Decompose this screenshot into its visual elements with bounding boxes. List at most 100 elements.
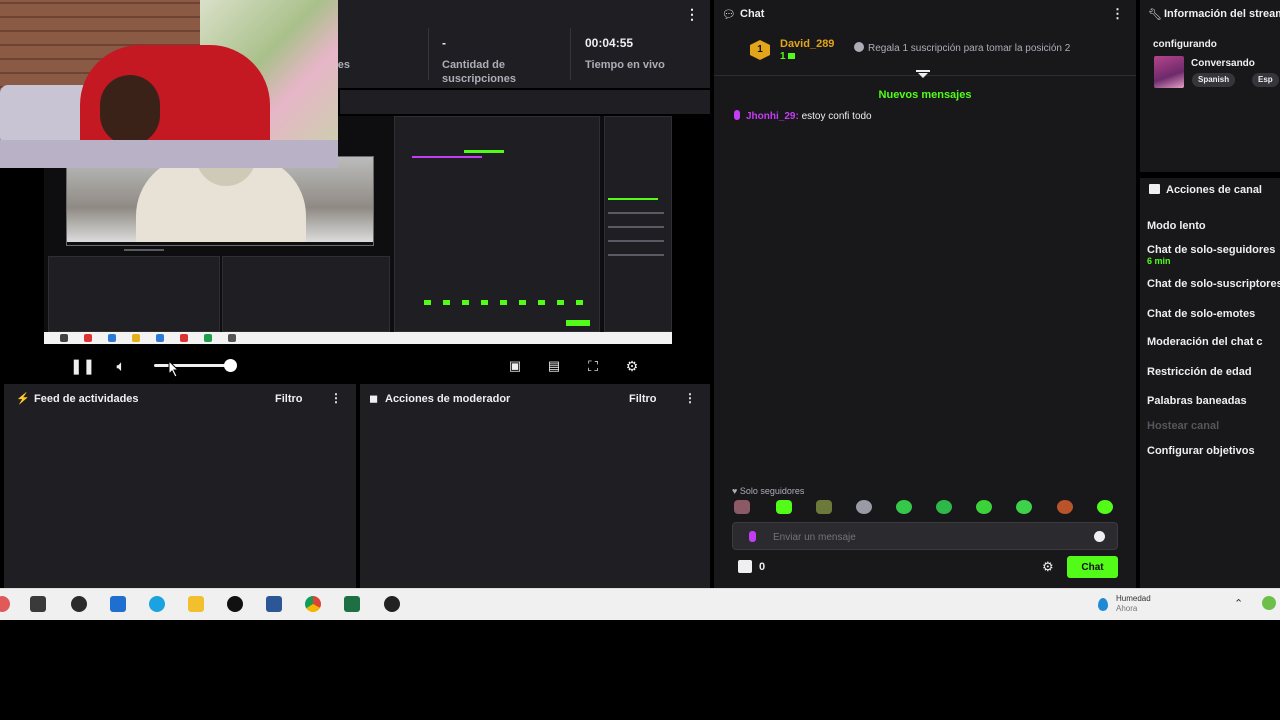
gift-count-value: 1 [780, 51, 786, 62]
gift-prompt-text: Regala 1 suscripción para tomar la posic… [868, 43, 1071, 54]
chat-menu-icon[interactable]: ⋮ [1111, 6, 1124, 22]
tag-language[interactable]: Spanish [1192, 73, 1236, 87]
emote-2-icon[interactable] [776, 500, 792, 514]
category-thumbnail[interactable] [1154, 56, 1184, 88]
theater-icon[interactable]: ▣ [503, 356, 527, 376]
action-banned-words[interactable]: Palabras baneadas [1147, 395, 1247, 407]
emote-1-icon[interactable] [734, 500, 750, 514]
chat-header: 💬︎ Chat ⋮ [714, 0, 1136, 28]
word-icon[interactable] [266, 596, 282, 612]
windows-taskbar: Humedad Ahora ⌃ [0, 588, 1280, 620]
preview-taskbar-icon [204, 334, 212, 342]
tray-chevron-up-icon[interactable]: ⌃ [1234, 597, 1243, 610]
category-name[interactable]: Conversando [1191, 58, 1255, 69]
action-emotes-only[interactable]: Chat de solo-emotes [1147, 308, 1255, 320]
store-app-icon[interactable] [110, 596, 126, 612]
stat-subs-value: - [442, 36, 446, 50]
task-view-icon[interactable] [30, 596, 46, 612]
preview-taskbar-icon [156, 334, 164, 342]
action-age-restriction[interactable]: Restricción de edad [1147, 366, 1252, 378]
chat-text: estoy confi todo [801, 111, 872, 122]
preview-action-line [608, 240, 664, 242]
chat-input-box[interactable] [732, 522, 1118, 550]
emote-8-icon[interactable] [1016, 500, 1032, 514]
volume-slider[interactable] [154, 364, 234, 367]
emoji-picker-icon[interactable] [1094, 531, 1105, 542]
taskbar-app-icon[interactable] [0, 596, 10, 612]
new-messages-divider[interactable]: Nuevos mensajes [714, 89, 1136, 101]
emote-7-icon[interactable] [976, 500, 992, 514]
stat-subs-label: Cantidad de suscripciones [442, 59, 516, 85]
info-icon [854, 42, 864, 52]
activity-menu-icon[interactable]: ⋮ [330, 391, 342, 405]
action-chat-moderation[interactable]: Moderación del chat c [1147, 336, 1263, 348]
mod-menu-icon[interactable]: ⋮ [684, 391, 696, 405]
chevron-down-icon[interactable] [916, 70, 930, 78]
screen: - dores - Cantidad de suscripciones 00:0… [0, 0, 1280, 720]
fullscreen-icon[interactable]: ⛶ [581, 356, 605, 376]
action-slow-mode[interactable]: Modo lento [1147, 220, 1206, 232]
settings-icon[interactable]: ⚙ [620, 356, 644, 376]
panel-header: ⚡ Feed de actividades Filtro ⋮ [4, 384, 356, 410]
chrome-icon[interactable] [305, 596, 321, 612]
preview-chat-button [566, 320, 590, 326]
emote-10-icon[interactable] [1097, 500, 1113, 514]
mod-filter-button[interactable]: Filtro [629, 393, 657, 405]
excel-icon[interactable] [344, 596, 360, 612]
edge-icon[interactable] [149, 596, 165, 612]
mic-icon [749, 531, 756, 542]
emote-6-icon[interactable] [936, 500, 952, 514]
emote-9-icon[interactable] [1057, 500, 1073, 514]
action-subscribers-only[interactable]: Chat de solo-suscriptores [1147, 278, 1280, 290]
gift-prompt[interactable]: Regala 1 suscripción para tomar la posic… [854, 42, 1070, 54]
preview-taskbar-icon [108, 334, 116, 342]
activity-feed-title: Feed de actividades [34, 393, 139, 405]
action-followers-only[interactable]: Chat de solo-seguidores [1147, 244, 1275, 256]
preview-action-line [608, 212, 664, 214]
chat-send-button[interactable]: Chat [1067, 556, 1118, 578]
preview-taskbar-icon [180, 334, 188, 342]
chat-message: Jhonhi_29: estoy confi todo [734, 110, 872, 122]
followers-only-notice: ♥ Solo seguidores [732, 486, 804, 496]
preview-taskbar-icon [228, 334, 236, 342]
action-set-goals[interactable]: Configurar objetivos [1147, 445, 1255, 457]
volume-icon[interactable]: 🔈︎ [109, 356, 133, 376]
emote-3-icon[interactable] [816, 500, 832, 514]
webcam-bed [0, 140, 338, 168]
tag-language-2[interactable]: Esp [1252, 73, 1279, 87]
chat-panel: 💬︎ Chat ⋮ 1 David_289 1 Regala 1 suscrip… [714, 0, 1136, 588]
weather-drop-icon[interactable] [1098, 598, 1108, 611]
file-explorer-icon[interactable] [188, 596, 204, 612]
tray-app-icon[interactable] [1262, 596, 1276, 610]
preview-action-line [608, 254, 664, 256]
preview-taskbar [44, 332, 672, 344]
store-icon[interactable] [738, 560, 752, 573]
mic-badge-icon [734, 110, 740, 120]
weather-title: Humedad [1116, 594, 1151, 603]
chat-title: Chat [740, 8, 765, 20]
gifter-username[interactable]: David_289 [780, 38, 834, 50]
gear-icon[interactable]: ⚙ [1042, 559, 1054, 575]
preview-action-line [608, 226, 664, 228]
stats-menu-icon[interactable]: ⋮ [685, 6, 699, 23]
volume-slider-knob[interactable] [224, 359, 237, 372]
channel-actions-panel: Acciones de canal Modo lento Chat de sol… [1140, 178, 1280, 588]
emote-4-icon[interactable] [856, 500, 872, 514]
pause-icon[interactable]: ❚❚ [70, 356, 95, 376]
panel-header: ◼ Acciones de moderador Filtro ⋮ [360, 384, 710, 410]
channel-actions-title: Acciones de canal [1166, 184, 1262, 196]
followers-only-duration: 6 min [1147, 256, 1171, 266]
emote-5-icon[interactable] [896, 500, 912, 514]
shield-icon: ◼ [369, 393, 379, 405]
tiktok-icon[interactable] [227, 596, 243, 612]
activity-filter-button[interactable]: Filtro [275, 393, 303, 405]
obs-icon[interactable] [384, 596, 400, 612]
taskbar-app-icon[interactable] [71, 596, 87, 612]
bolt-icon: ⚡ [16, 393, 30, 405]
chat-username[interactable]: Jhonhi_29: [746, 111, 799, 122]
weather-widget[interactable]: Humedad Ahora [1116, 594, 1151, 614]
chat-message-input[interactable] [773, 527, 1073, 547]
preview-new-messages [464, 150, 504, 153]
clip-icon[interactable]: ▤ [542, 356, 566, 376]
gift-count: 1 [780, 51, 796, 62]
